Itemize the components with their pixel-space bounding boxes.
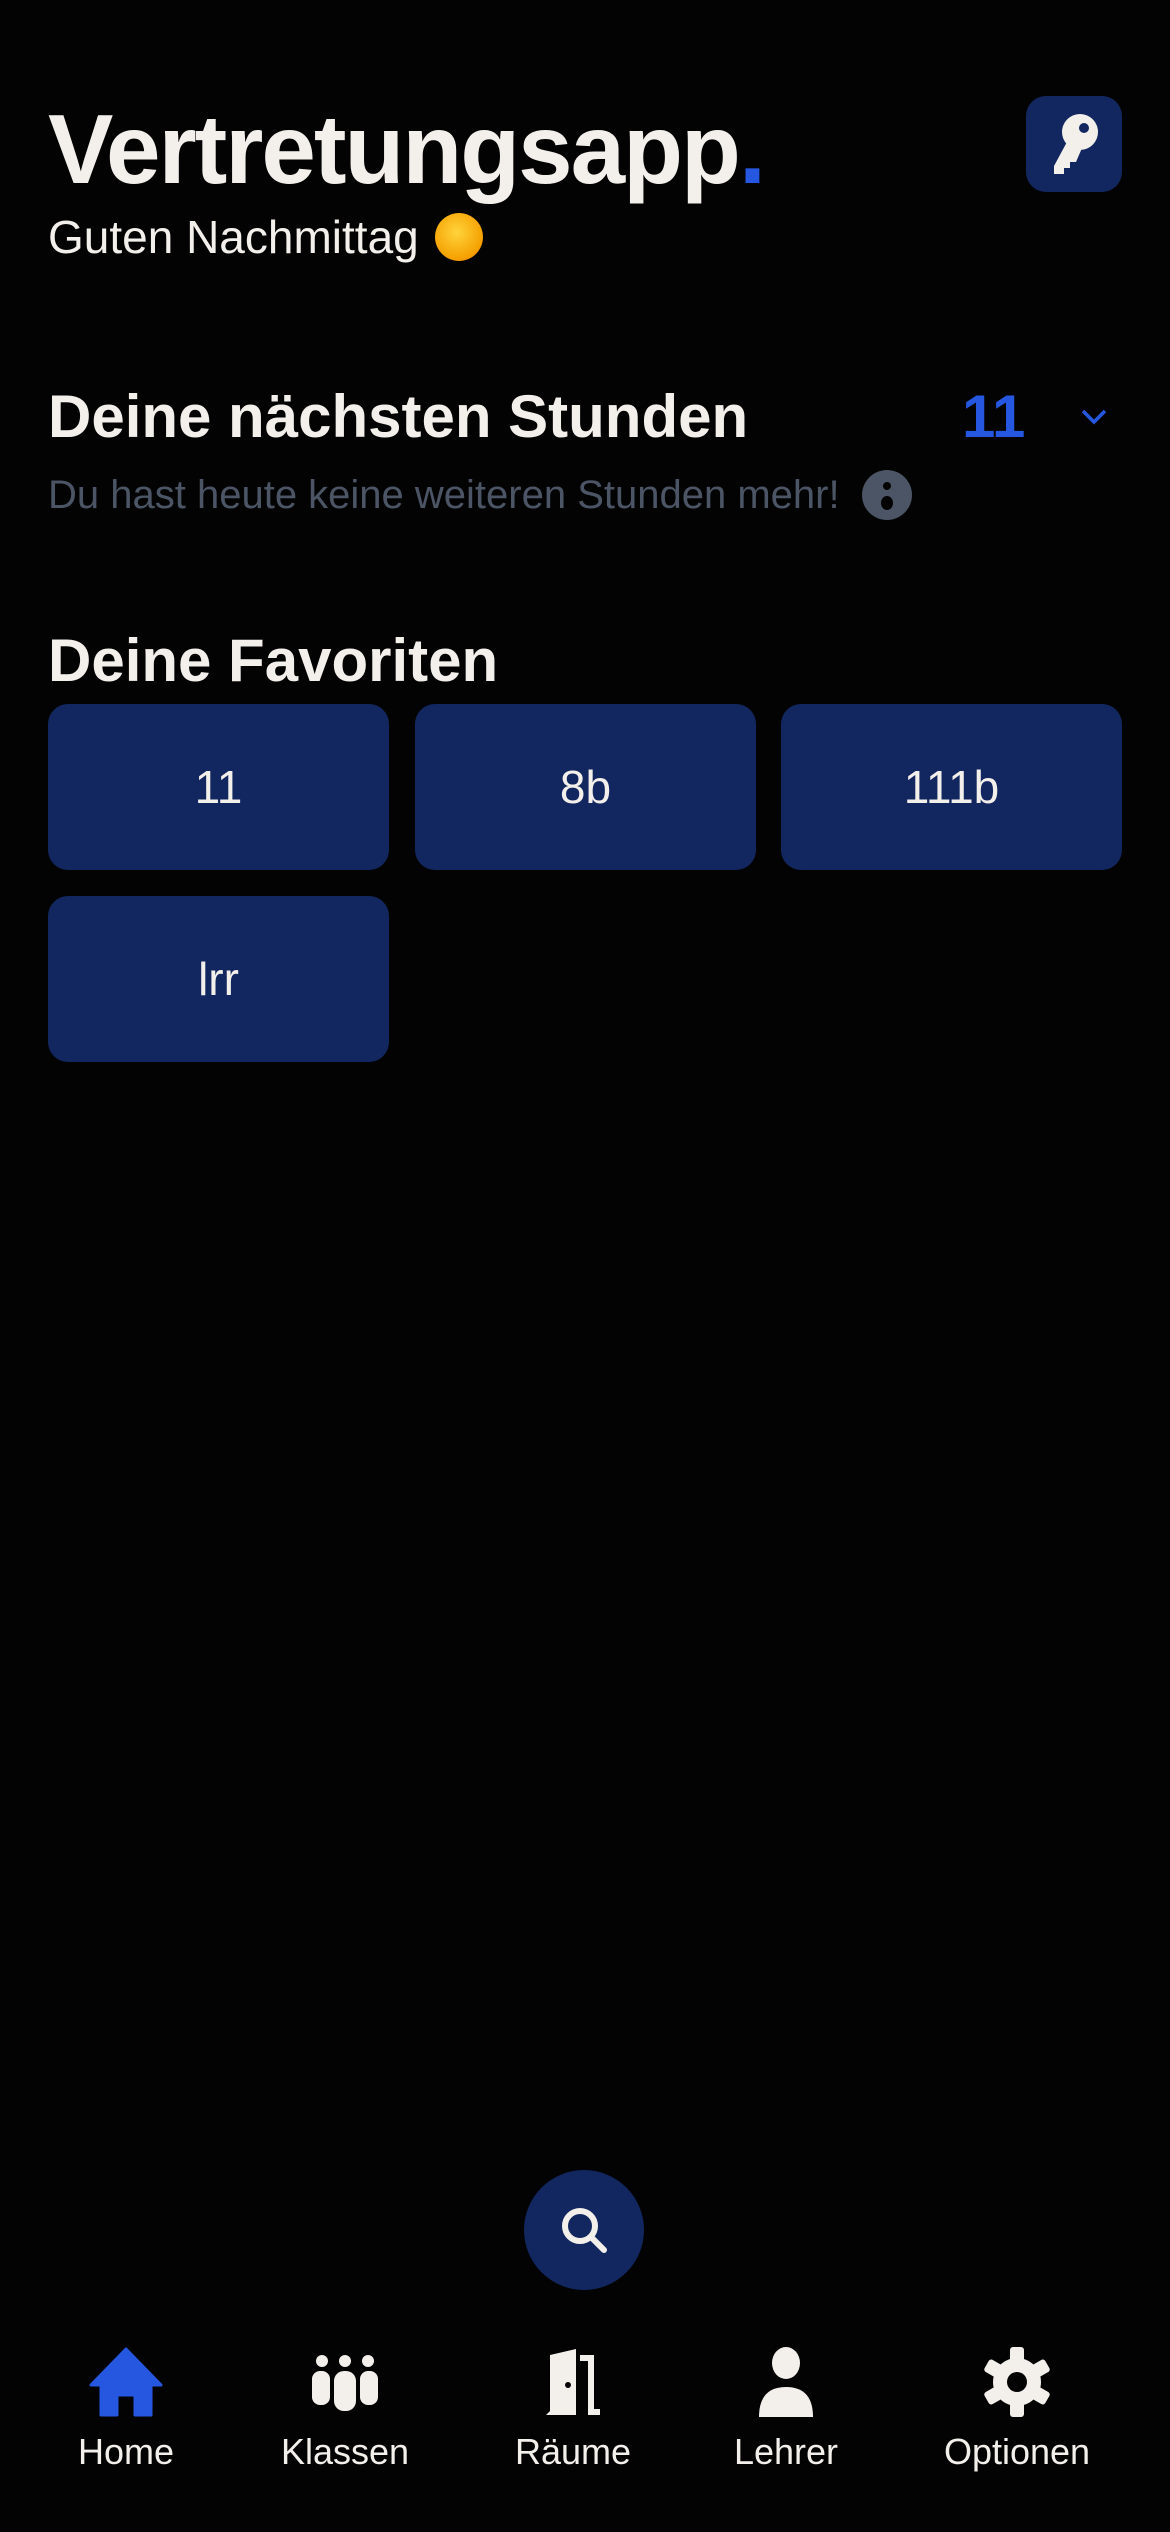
nav-label: Klassen	[280, 2431, 410, 2472]
greeting: Guten Nachmittag	[48, 210, 483, 264]
title-dot: .	[738, 94, 766, 204]
no-lessons-message: Du hast heute keine weiteren Stunden meh…	[48, 470, 912, 520]
nav-label: Home	[77, 2431, 175, 2472]
nav-home[interactable]: Home	[26, 2345, 226, 2473]
favorite-tile[interactable]: 11	[48, 704, 389, 870]
greeting-text: Guten Nachmittag	[48, 211, 419, 263]
next-lessons-title: Deine nächsten Stunden	[48, 383, 749, 450]
nav-klassen[interactable]: Klassen	[245, 2345, 445, 2473]
nav-lehrer[interactable]: Lehrer	[686, 2345, 886, 2473]
login-key-button[interactable]	[1026, 96, 1122, 192]
nav-raeume[interactable]: Räume	[473, 2345, 673, 2473]
favorite-tile[interactable]: 8b	[415, 704, 756, 870]
home-icon	[89, 2347, 163, 2417]
person-icon	[759, 2347, 813, 2417]
sun-emoji-icon	[434, 213, 483, 261]
favorite-tile[interactable]: 111b	[781, 704, 1122, 870]
search-button[interactable]	[524, 2170, 644, 2290]
nav-label: Optionen	[943, 2431, 1091, 2472]
door-icon	[546, 2349, 600, 2415]
search-icon	[562, 2208, 607, 2253]
app-title: Vertretungsapp.	[48, 94, 766, 204]
chevron-down-icon[interactable]	[1078, 400, 1110, 432]
app-title-text: Vertretungsapp	[48, 94, 741, 204]
class-selector[interactable]: 11	[962, 382, 1025, 451]
gear-icon	[984, 2347, 1050, 2417]
favorite-tile[interactable]: lrr	[48, 896, 389, 1062]
no-lessons-text: Du hast heute keine weiteren Stunden meh…	[48, 472, 840, 517]
group-icon	[312, 2355, 378, 2411]
key-icon	[1054, 114, 1098, 174]
nav-label: Lehrer	[733, 2431, 839, 2472]
surprised-face-icon	[861, 470, 912, 520]
favorites-title: Deine Favoriten	[48, 627, 499, 694]
nav-optionen[interactable]: Optionen	[917, 2345, 1117, 2473]
nav-label: Räume	[514, 2431, 632, 2472]
